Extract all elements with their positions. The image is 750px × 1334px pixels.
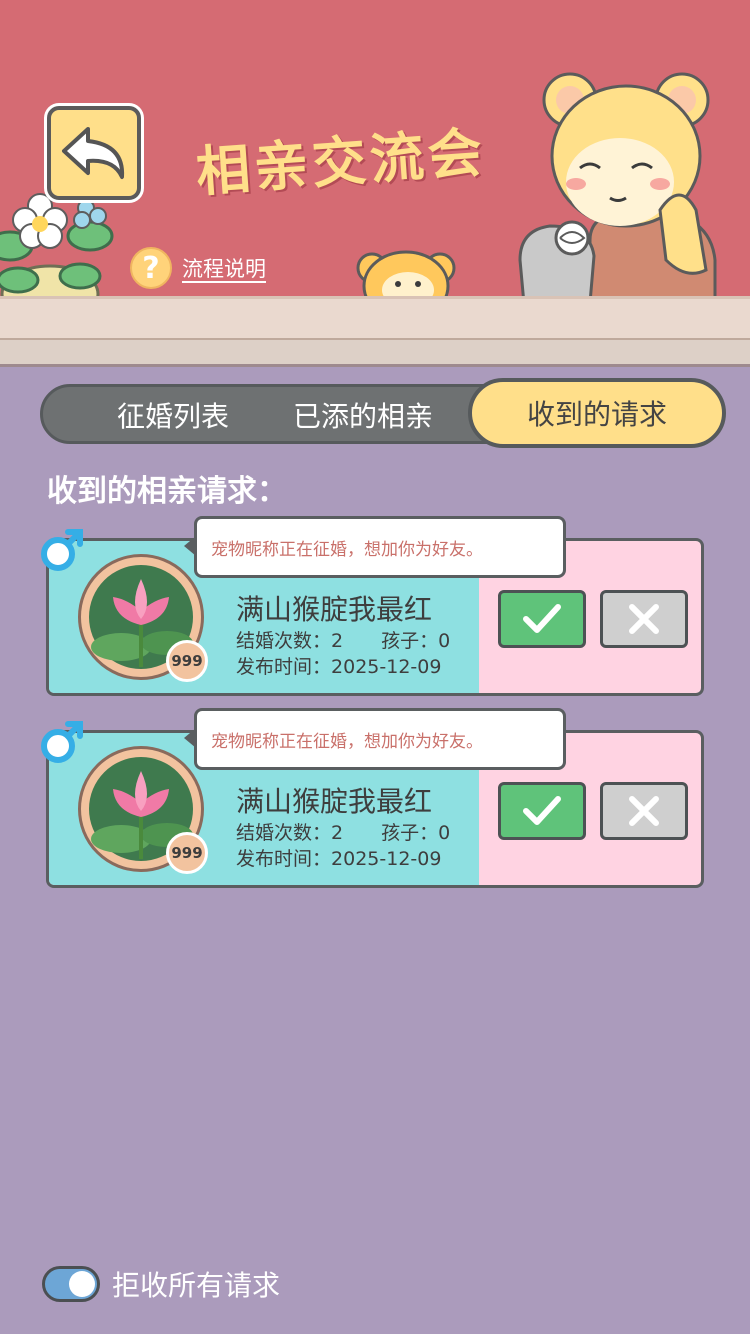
publish-info: 发布时间：2025-12-09 <box>236 844 441 871</box>
close-icon <box>629 796 659 826</box>
toggle-knob <box>69 1271 95 1297</box>
reject-all-toggle[interactable] <box>42 1266 100 1302</box>
marriage-info: 结婚次数：2 孩子：0 <box>236 626 450 653</box>
help-label[interactable]: 流程说明 <box>182 253 266 283</box>
tab-added-matches[interactable]: 已添的相亲 <box>263 387 463 443</box>
close-icon <box>629 604 659 634</box>
children-count: 0 <box>438 822 451 844</box>
level-badge: 999 <box>166 640 208 682</box>
children-label: 孩子： <box>381 822 439 844</box>
page-title: 相亲交流会 <box>194 120 488 204</box>
counter-surface <box>0 296 750 341</box>
level-badge: 999 <box>166 832 208 874</box>
reject-all-label: 拒收所有请求 <box>112 1269 281 1302</box>
tab-received-requests[interactable]: 收到的请求 <box>468 378 726 448</box>
publish-date: 2025-12-09 <box>331 656 442 678</box>
reject-button[interactable] <box>600 590 688 648</box>
small-monkey-illustration <box>356 250 456 300</box>
request-message: 宠物昵称正在征婚，想加你为好友。 <box>194 708 566 770</box>
pet-nickname: 满山猴腚我最红 <box>236 785 433 818</box>
marriage-info: 结婚次数：2 孩子：0 <box>236 818 450 845</box>
publish-date-label: 发布时间： <box>236 656 332 678</box>
check-icon <box>523 604 561 633</box>
back-button[interactable] <box>47 106 141 200</box>
section-title: 收到的相亲请求： <box>47 474 287 509</box>
marriage-count-label: 结婚次数： <box>236 630 332 652</box>
counter-edge <box>0 338 750 367</box>
request-message: 宠物昵称正在征婚，想加你为好友。 <box>194 516 566 578</box>
back-arrow-icon <box>62 127 125 179</box>
help-link[interactable]: ? 流程说明 <box>130 246 266 290</box>
publish-info: 发布时间：2025-12-09 <box>236 652 441 679</box>
tab-marriage-list[interactable]: 征婚列表 <box>83 387 263 443</box>
publish-date-label: 发布时间： <box>236 848 332 870</box>
marriage-count-label: 结婚次数： <box>236 822 332 844</box>
reject-all-row: 拒收所有请求 <box>42 1264 280 1304</box>
monkey-mascot-illustration <box>518 72 717 328</box>
pet-nickname: 满山猴腚我最红 <box>236 593 433 626</box>
check-icon <box>523 796 561 825</box>
marriage-count: 2 <box>331 630 344 652</box>
male-icon <box>41 721 83 763</box>
reject-button[interactable] <box>600 782 688 840</box>
marriage-count: 2 <box>331 822 344 844</box>
children-label: 孩子： <box>381 630 439 652</box>
accept-button[interactable] <box>498 590 586 648</box>
accept-button[interactable] <box>498 782 586 840</box>
children-count: 0 <box>438 630 451 652</box>
male-icon <box>41 529 83 571</box>
publish-date: 2025-12-09 <box>331 848 442 870</box>
question-icon: ? <box>130 247 172 289</box>
